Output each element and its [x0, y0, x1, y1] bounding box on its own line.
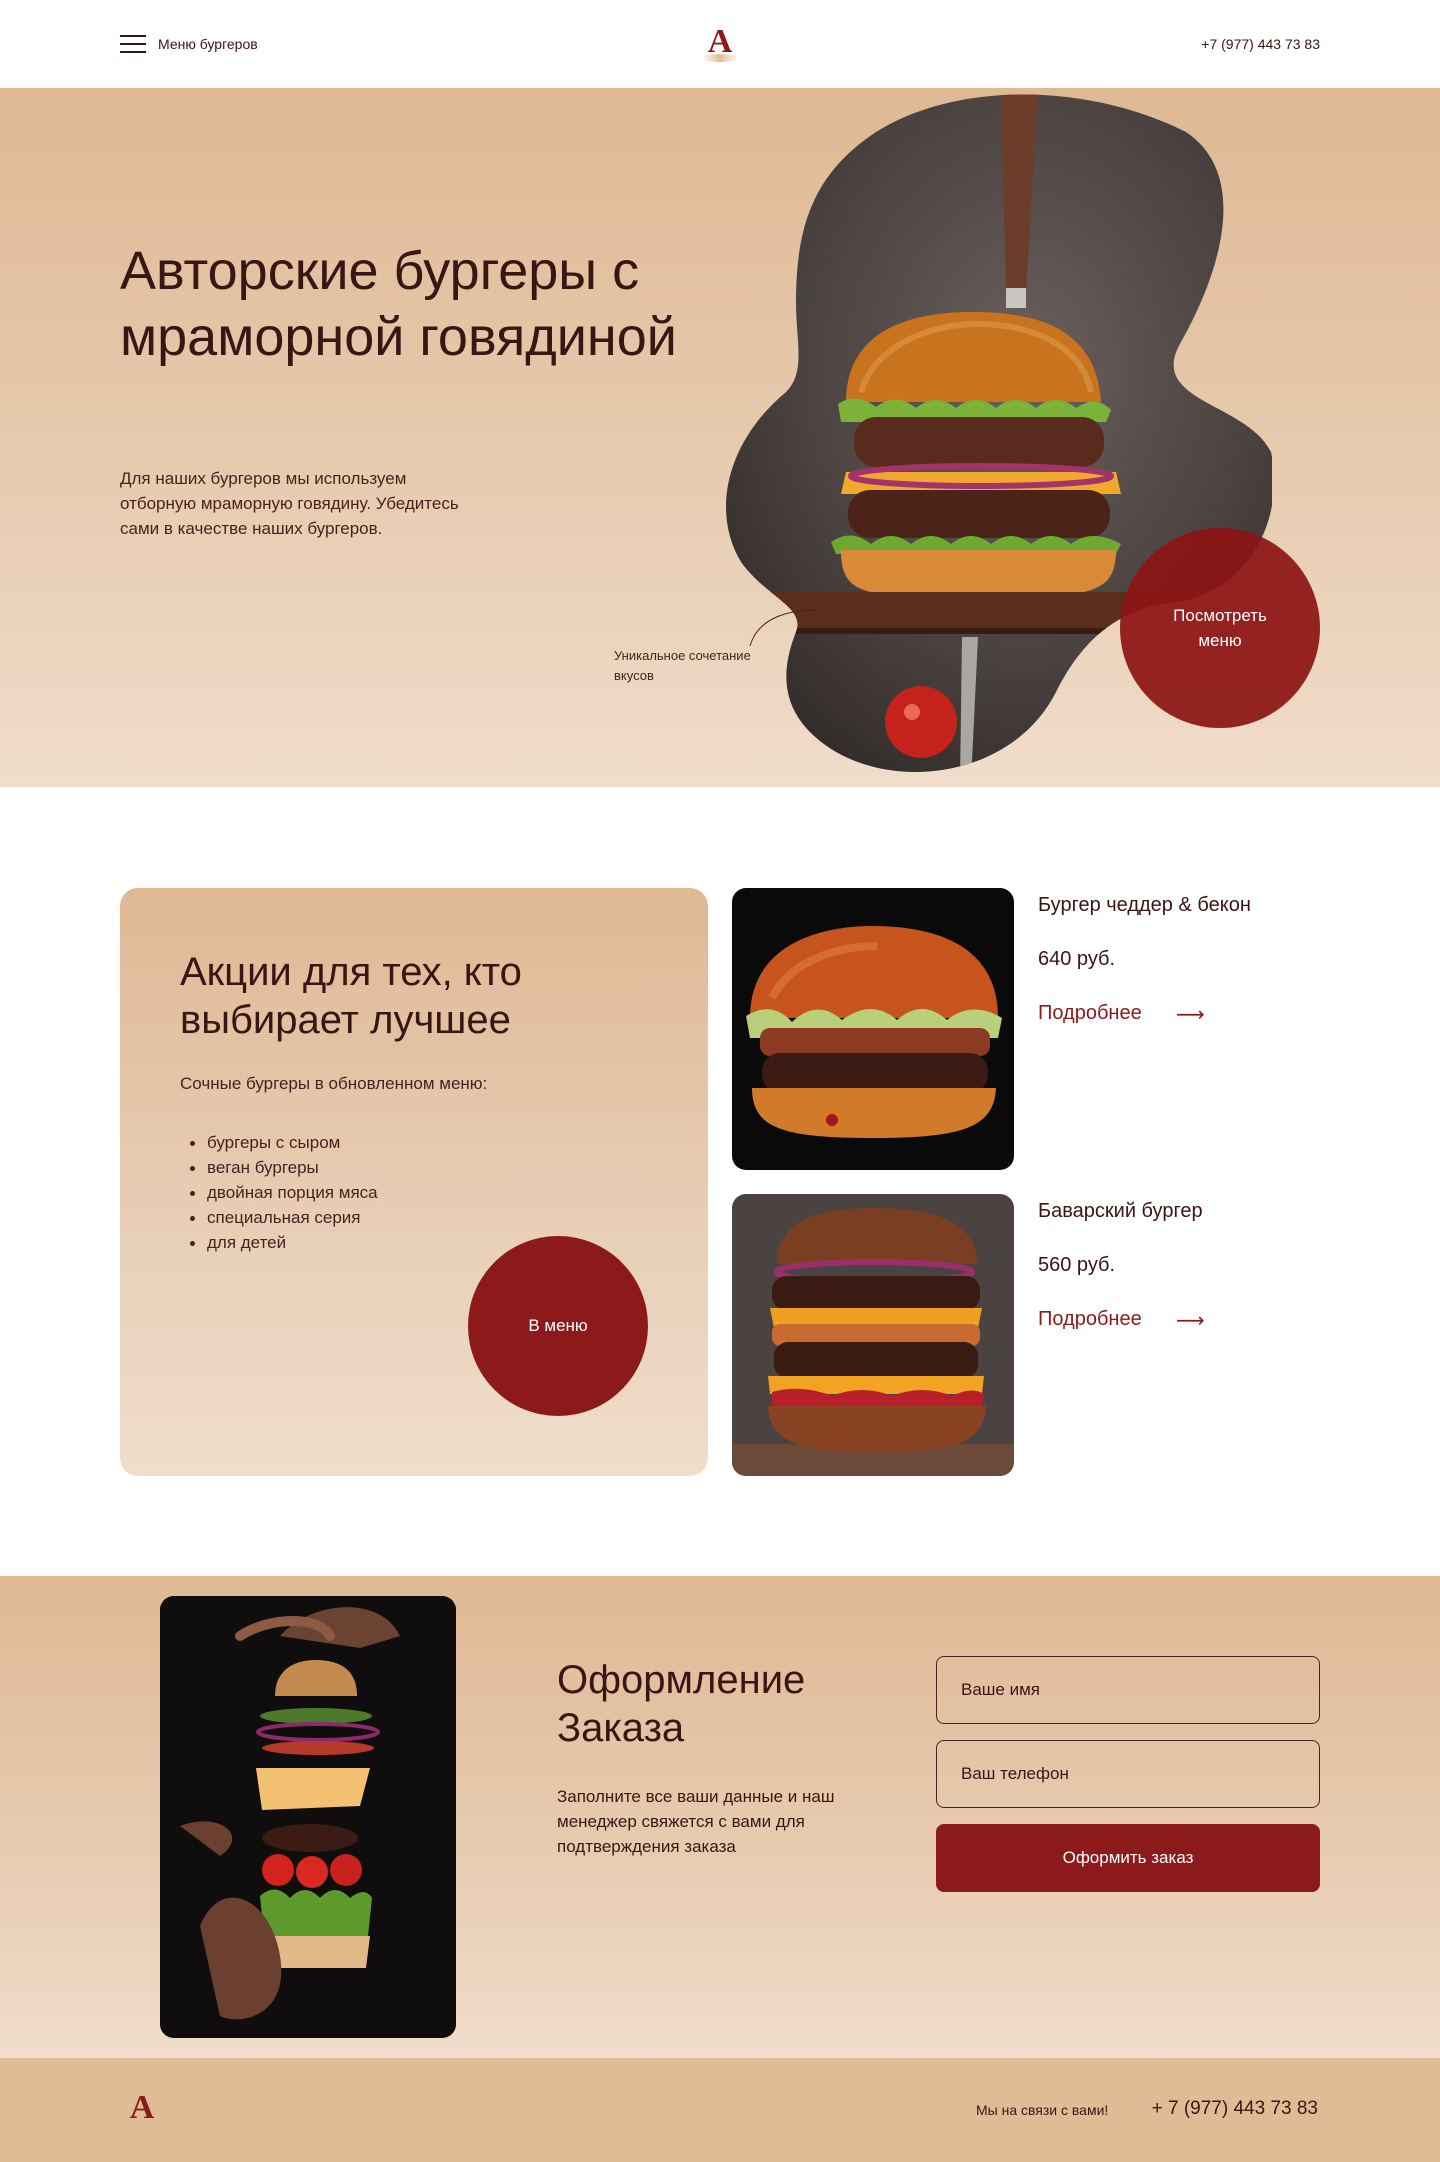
promo-list-item: бургеры с сыром	[180, 1130, 378, 1155]
header-phone[interactable]: +7 (977) 443 73 83	[1201, 36, 1320, 52]
promo-subtitle: Сочные бургеры в обновленном меню:	[180, 1074, 488, 1093]
caption-pointer-line	[749, 609, 817, 647]
order-title: Оформление Заказа	[557, 1658, 806, 1750]
phone-field[interactable]	[936, 1740, 1320, 1808]
product-name: Бургер чеддер & бекон	[1038, 894, 1251, 916]
site-footer: A Мы на связи с вами! + 7 (977) 443 73 8…	[0, 2058, 1440, 2162]
arrow-right-icon[interactable]: ⟶	[1176, 1308, 1205, 1333]
name-field[interactable]	[936, 1656, 1320, 1724]
promo-list-item: веган бургеры	[180, 1155, 378, 1180]
product-name: Баварский бургер	[1038, 1200, 1203, 1222]
footer-phone[interactable]: + 7 (977) 443 73 83	[1152, 2098, 1318, 2120]
to-menu-button[interactable]: В меню	[468, 1236, 648, 1416]
product-details-link[interactable]: Подробнее	[1038, 1308, 1142, 1331]
hero-description: Для наших бургеров мы используем отборну…	[120, 469, 459, 538]
hero-section: Авторские бургеры с мраморной говядиной …	[0, 88, 1440, 787]
promo-list: бургеры с сыром веган бургеры двойная по…	[180, 1130, 378, 1255]
promo-card: Акции для тех, кто выбирает лучшее Сочны…	[120, 888, 708, 1476]
order-section: Оформление Заказа Заполните все ваши дан…	[0, 1576, 1440, 2058]
product-details-link[interactable]: Подробнее	[1038, 1002, 1142, 1025]
logo-letter: A	[707, 23, 733, 60]
site-header: Меню бургеров A +7 (977) 443 73 83	[0, 0, 1440, 88]
flying-burger-image	[160, 1596, 456, 2038]
hero-image-caption: Уникальное сочетание вкусов	[614, 648, 751, 683]
product-price: 640 руб.	[1038, 948, 1116, 970]
bavarian-burger-image[interactable]	[732, 1194, 1014, 1476]
order-description: Заполните все ваши данные и наш менеджер…	[557, 1787, 835, 1856]
logo-letter: A	[129, 2089, 155, 2126]
arrow-right-icon[interactable]: ⟶	[1176, 1002, 1205, 1027]
footer-note: Мы на связи с вами!	[976, 2102, 1109, 2118]
cheddar-bacon-burger-image[interactable]	[732, 888, 1014, 1170]
burger-menu-link[interactable]: Меню бургеров	[158, 36, 258, 52]
product-price: 560 руб.	[1038, 1254, 1116, 1276]
promo-list-item: двойная порция мяса	[180, 1180, 378, 1205]
logo[interactable]: A	[698, 24, 742, 64]
view-menu-button[interactable]: Посмотреть меню	[1120, 528, 1320, 728]
footer-logo[interactable]: A	[120, 2090, 164, 2130]
submit-order-button[interactable]: Оформить заказ	[936, 1824, 1320, 1892]
promo-list-item: специальная серия	[180, 1205, 378, 1230]
promo-title: Акции для тех, кто выбирает лучшее	[180, 950, 522, 1042]
product-card: Бургер чеддер & бекон 640 руб. Подробнее…	[732, 888, 1292, 1172]
promo-list-item: для детей	[180, 1230, 378, 1255]
product-card: Баварский бургер 560 руб. Подробнее ⟶	[732, 1194, 1292, 1478]
hero-title: Авторские бургеры с мраморной говядиной	[120, 241, 677, 367]
hamburger-menu-icon[interactable]	[120, 34, 146, 54]
